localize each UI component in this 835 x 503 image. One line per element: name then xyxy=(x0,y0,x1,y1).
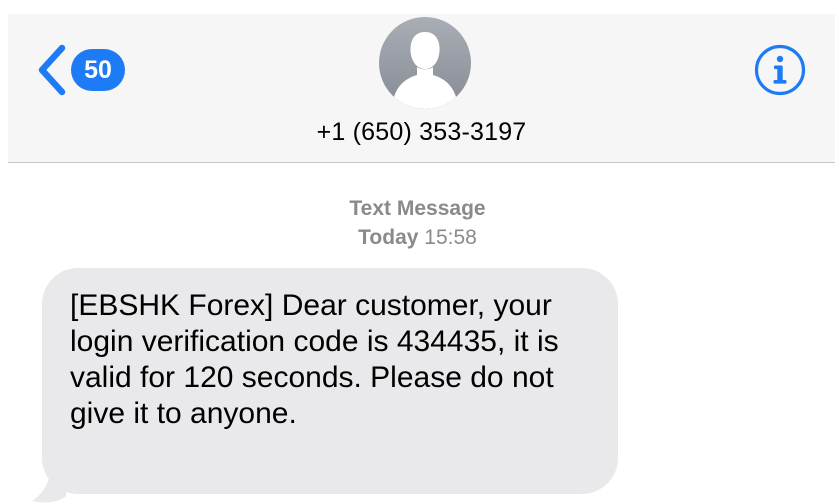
message-day: Today xyxy=(358,226,419,249)
contact-avatar[interactable] xyxy=(379,17,471,109)
messages-screen: 50 +1 (650) 353-3197 Text Message Today … xyxy=(0,0,835,503)
chevron-left-icon xyxy=(38,44,66,96)
back-button[interactable]: 50 xyxy=(35,42,125,98)
unread-count-badge: 50 xyxy=(71,49,125,91)
message-timestamp: Text Message Today 15:58 xyxy=(0,194,835,252)
message-type-label: Text Message xyxy=(349,197,486,220)
conversation-header: 50 +1 (650) 353-3197 xyxy=(8,14,835,163)
message-time: 15:58 xyxy=(424,226,477,249)
info-icon xyxy=(754,44,806,96)
person-silhouette-icon xyxy=(394,32,456,109)
contact-name[interactable]: +1 (650) 353-3197 xyxy=(8,118,835,147)
incoming-message-bubble[interactable]: [EBSHK Forex] Dear customer, your login … xyxy=(42,268,618,494)
info-button[interactable] xyxy=(754,44,806,96)
